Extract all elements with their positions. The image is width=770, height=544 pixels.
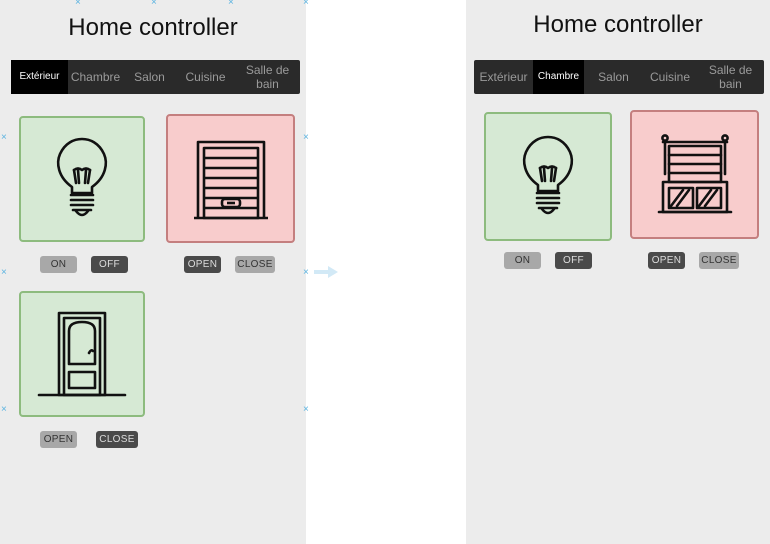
door-open-button[interactable]: OPEN [40, 431, 77, 448]
tab-salon[interactable]: Salon [584, 60, 643, 94]
garage-device-tile[interactable] [166, 114, 295, 243]
garage-open-button[interactable]: OPEN [184, 256, 221, 273]
selection-handle: × [1, 132, 7, 143]
selection-handle: × [1, 404, 7, 415]
tab-exterieur[interactable]: Extérieur [474, 60, 533, 94]
selection-handle: × [303, 267, 309, 278]
tab-chambre[interactable]: Chambre [533, 60, 584, 94]
garage-close-button[interactable]: CLOSE [235, 256, 275, 273]
selection-handle: × [303, 404, 309, 415]
tab-cuisine[interactable]: Cuisine [643, 60, 697, 94]
bulb-on-button[interactable]: ON [504, 252, 541, 269]
tab-salon[interactable]: Salon [123, 60, 176, 94]
door-close-button[interactable]: CLOSE [96, 431, 138, 448]
selection-handle: × [75, 0, 81, 8]
tab-chambre[interactable]: Chambre [68, 60, 123, 94]
room-tab-bar: Extérieur Chambre Salon Cuisine Salle de… [474, 60, 764, 94]
selection-handle: × [1, 267, 7, 278]
room-tab-bar: Extérieur Chambre Salon Cuisine Salle de… [11, 60, 300, 94]
tab-exterieur[interactable]: Extérieur [11, 60, 68, 94]
page-title: Home controller [533, 11, 703, 38]
selection-handle: × [151, 0, 157, 8]
bulb-device-tile[interactable] [19, 116, 145, 242]
selection-handle: × [303, 132, 309, 143]
lightbulb-icon [522, 135, 574, 214]
door-icon [37, 311, 127, 397]
tab-salle-de-bain[interactable]: Salle de bain [235, 60, 300, 94]
bulb-device-tile[interactable] [484, 112, 612, 241]
bulb-on-button[interactable]: ON [40, 256, 77, 273]
blinds-open-button[interactable]: OPEN [648, 252, 685, 269]
tab-salle-de-bain[interactable]: Salle de bain [697, 60, 764, 94]
blinds-close-button[interactable]: CLOSE [699, 252, 739, 269]
bulb-off-button[interactable]: OFF [91, 256, 128, 273]
flow-arrow-icon [314, 266, 338, 278]
selection-handle: × [303, 0, 309, 8]
window-blinds-icon [657, 133, 732, 213]
blinds-device-tile[interactable] [630, 110, 759, 239]
door-device-tile[interactable] [19, 291, 145, 417]
tab-cuisine[interactable]: Cuisine [176, 60, 235, 94]
garage-door-icon [193, 140, 268, 219]
lightbulb-icon [56, 137, 108, 217]
selection-handle: × [228, 0, 234, 8]
bulb-off-button[interactable]: OFF [555, 252, 592, 269]
page-title: Home controller [68, 14, 238, 41]
